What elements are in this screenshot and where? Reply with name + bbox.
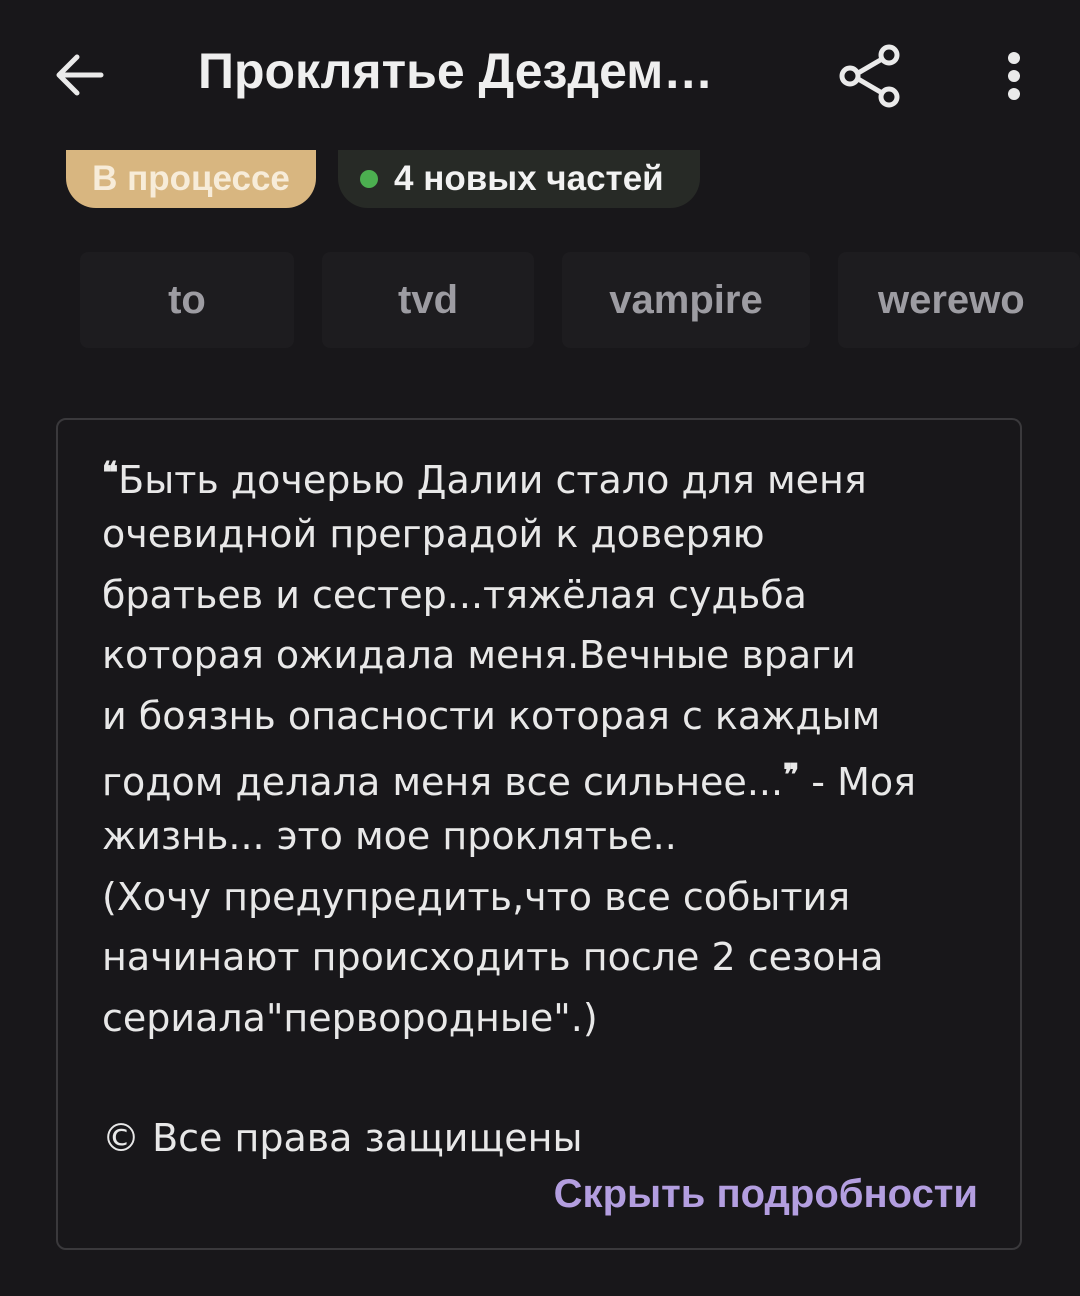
share-icon	[839, 44, 900, 108]
status-badge: В процессе	[66, 150, 316, 208]
more-options-button[interactable]	[990, 44, 1038, 108]
description-text: ❝Быть дочерью Далии стало для меня очеви…	[102, 444, 982, 1169]
description-line: и боязнь опасности которая с каждым	[102, 693, 881, 738]
tag-chip[interactable]: tvd	[322, 252, 534, 348]
hide-details-link[interactable]: Скрыть подробности	[554, 1172, 978, 1217]
description-line: сериала"первородные".)	[102, 995, 598, 1040]
new-parts-badge: 4 новых частей	[338, 150, 700, 208]
back-button[interactable]	[44, 40, 114, 110]
more-vertical-icon	[1008, 52, 1020, 100]
tag-chip[interactable]: werewo	[838, 252, 1080, 348]
page-title: Проклятье Дездем…	[198, 43, 714, 99]
open-quote-icon: ❝	[102, 456, 119, 491]
description-line: ❝Быть дочерью Далии стало для меня	[102, 456, 867, 502]
description-line: жизнь... это мое проклятье..	[102, 814, 677, 859]
close-quote-icon: ❞	[783, 757, 800, 793]
description-line: (Хочу предупредить,что все события	[102, 874, 851, 919]
top-bar: Проклятье Дездем…	[0, 0, 1080, 140]
tags-row: to tvd vampire werewo	[0, 240, 1080, 360]
description-line: которая ожидала меня.Вечные враги	[102, 633, 856, 678]
tag-chip[interactable]: to	[80, 252, 294, 348]
description-card: ❝Быть дочерью Далии стало для меня очеви…	[56, 418, 1022, 1250]
description-line: начинают происходить после 2 сезона	[102, 935, 884, 980]
new-indicator-dot	[360, 170, 378, 188]
tag-chip[interactable]: vampire	[562, 252, 810, 348]
badges-row: В процессе 4 новых частей	[0, 136, 1080, 226]
description-line: братьев и сестер...тяжёлая судьба	[102, 572, 807, 617]
description-line: очевидной преградой к доверяю	[102, 512, 765, 557]
share-button[interactable]	[830, 38, 910, 114]
description-line: годом делала меня все сильнее...❞ - Моя	[102, 757, 916, 804]
arrow-left-icon	[56, 54, 104, 96]
new-parts-label: 4 новых частей	[394, 159, 664, 198]
copyright-text: © Все права защищены	[102, 1116, 583, 1161]
